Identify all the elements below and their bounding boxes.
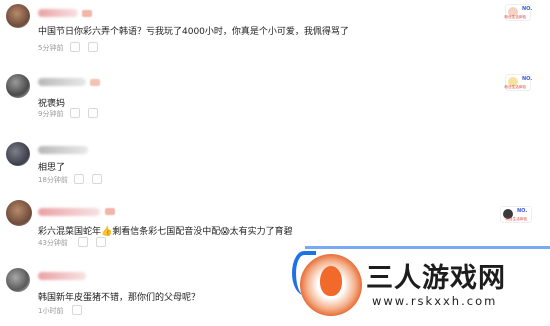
avatar[interactable] (6, 4, 30, 28)
watermark-url: www.rskxxh.com (372, 294, 498, 308)
comment-text-part: 太有实力了育碧 (229, 227, 293, 237)
like-icon[interactable] (70, 42, 80, 52)
comment-text: 祝褒妈 (38, 99, 66, 109)
sticker-tag: NO. (517, 208, 528, 214)
avatar[interactable] (6, 74, 30, 98)
username-blurred[interactable] (38, 78, 86, 86)
comment-time: 18分钟前 (38, 176, 68, 184)
sticker-caption: 粉丝生活体验 (504, 84, 526, 89)
comment-item: 中国节日你彩六弄个韩语？亏我玩了4000小时，你真是个小可爱，我佩得骂了 5分钟… (0, 0, 550, 62)
comment-time: 5分钟前 (38, 44, 64, 52)
username-blurred[interactable] (38, 272, 86, 280)
comment-text: 中国节日你彩六弄个韩语？亏我玩了4000小时，你真是个小可爱，我佩得骂了 (38, 27, 349, 37)
sticker-caption: 粉丝生活体验 (504, 14, 526, 19)
comment-item: 相思了 18分钟前 (0, 138, 550, 200)
avatar[interactable] (6, 200, 32, 226)
like-icon[interactable] (74, 174, 84, 184)
watermark-flame-icon (320, 266, 342, 296)
comment-time: 1小时前 (38, 307, 64, 315)
username-blurred[interactable] (38, 146, 88, 154)
comment-time: 9分钟前 (38, 110, 64, 118)
sticker-tag: NO. (522, 6, 533, 12)
sticker-caption: 粉丝生活体验 (505, 216, 527, 221)
like-icon[interactable] (78, 237, 88, 247)
level-badge (105, 208, 115, 215)
scream-face-icon: 😱 (220, 227, 230, 237)
dislike-icon[interactable] (92, 174, 102, 184)
level-badge (90, 79, 100, 86)
avatar[interactable] (6, 268, 30, 292)
watermark-brand: 三人游戏网 (366, 263, 506, 294)
username-blurred[interactable] (38, 208, 100, 216)
dislike-icon[interactable] (88, 42, 98, 52)
fan-sticker: NO. 粉丝生活体验 (504, 74, 533, 91)
thumbs-up-icon: 👍 (101, 227, 113, 237)
comment-text: 相思了 (38, 163, 66, 173)
level-badge (82, 10, 92, 17)
dislike-icon[interactable] (88, 108, 98, 118)
dislike-icon[interactable] (96, 237, 106, 247)
comment-item: 祝褒妈 9分钟前 NO. 粉丝生活体验 (0, 70, 550, 132)
like-icon[interactable] (70, 108, 80, 118)
comment-text: 韩国新年皮蛋猪不错，那你们的父母呢？ (38, 293, 201, 303)
comment-time: 43分钟前 (38, 239, 68, 247)
like-icon[interactable] (72, 305, 82, 315)
sticker-tag: NO. (522, 76, 533, 82)
fan-sticker: NO. 粉丝生活体验 (504, 4, 533, 21)
comment-text: 彩六混菜国蛇年👍剩看信条彩七国配音没中配😱太有实力了育碧 (38, 224, 293, 237)
fan-sticker: NO. 粉丝生活体验 (500, 206, 532, 223)
avatar[interactable] (6, 142, 30, 166)
comment-text-part: 彩六混菜国蛇年 (38, 227, 102, 237)
comment-text-part: 剩看信条彩七国配音没中配 (112, 227, 221, 237)
username-blurred[interactable] (38, 9, 78, 17)
